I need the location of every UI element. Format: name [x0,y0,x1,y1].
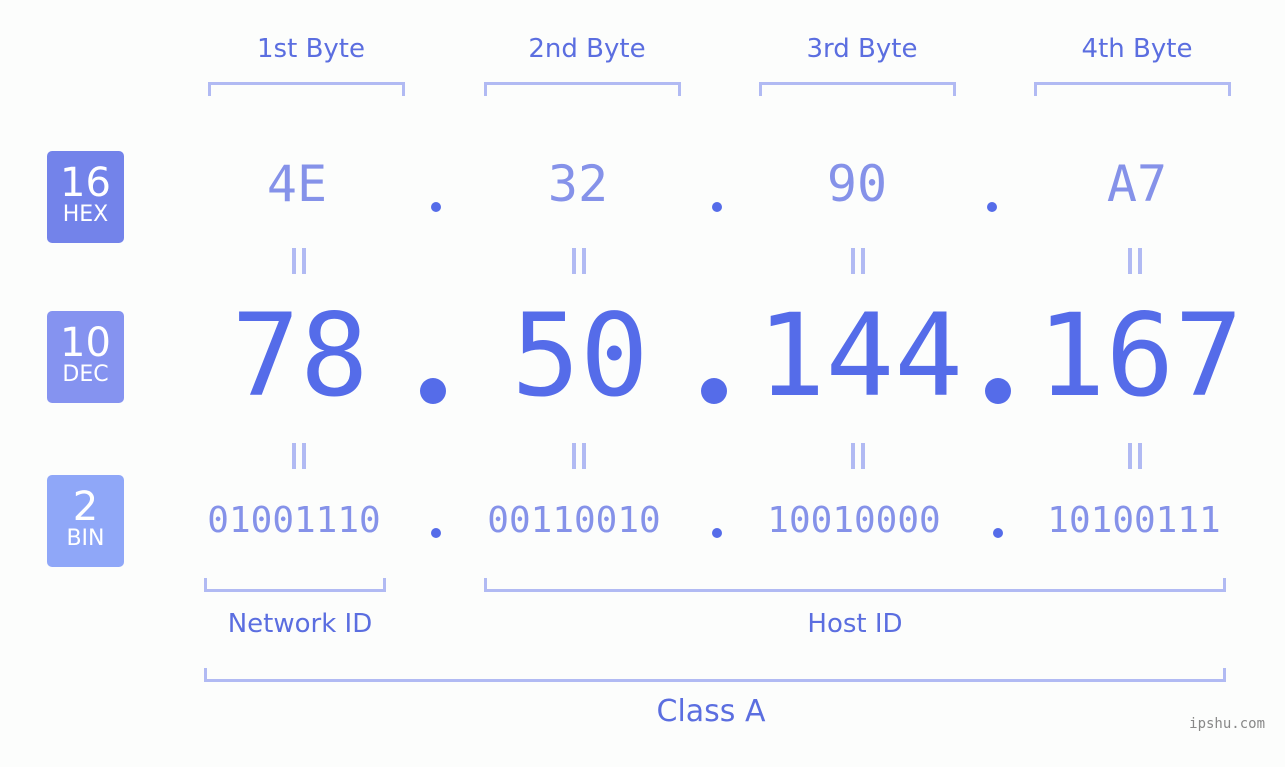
equals-icon [290,443,310,469]
network-id-bracket [204,578,386,592]
dec-label: DEC [62,362,109,387]
dec-value-2: 50 [511,289,649,422]
byte-label-3: 3rd Byte [806,34,918,64]
equals-icon [849,248,869,274]
dec-dot [701,378,727,404]
byte-label-4: 4th Byte [1081,34,1193,64]
dec-value-4: 167 [1037,289,1243,422]
byte-bracket-4 [1034,82,1231,96]
byte-label-1: 1st Byte [257,34,365,64]
bin-dot [712,528,722,538]
network-id-label: Network ID [227,609,373,639]
bin-dot [431,528,441,538]
equals-icon [570,248,590,274]
equals-icon [1126,248,1146,274]
class-bracket [204,668,1226,682]
hex-dot [712,202,722,212]
dec-value-1: 78 [231,289,369,422]
hex-label: HEX [62,202,109,227]
equals-icon [570,443,590,469]
dec-dot [985,378,1011,404]
bin-value-3: 10010000 [767,500,941,541]
bin-label: BIN [66,526,105,551]
hex-value-1: 4E [266,155,328,213]
hex-value-3: 90 [826,155,888,213]
bin-value-1: 01001110 [207,500,381,541]
hex-base: 16 [60,160,111,206]
byte-bracket-1 [208,82,405,96]
byte-bracket-3 [759,82,956,96]
dec-base: 10 [60,320,111,366]
byte-bracket-2 [484,82,681,96]
dec-value-3: 144 [757,289,963,422]
hex-badge: 16 HEX [47,151,124,243]
bin-dot [993,528,1003,538]
bin-base: 2 [72,484,99,530]
host-id-bracket [484,578,1226,592]
class-label: Class A [656,694,766,729]
equals-icon [1126,443,1146,469]
byte-label-2: 2nd Byte [528,34,646,64]
host-id-label: Host ID [807,609,903,639]
hex-dot [987,202,997,212]
dec-dot [420,378,446,404]
bin-badge: 2 BIN [47,475,124,567]
hex-value-2: 32 [547,155,609,213]
equals-icon [290,248,310,274]
hex-dot [431,202,441,212]
hex-value-4: A7 [1106,155,1168,213]
bin-value-2: 00110010 [487,500,661,541]
dec-badge: 10 DEC [47,311,124,403]
watermark: ipshu.com [1189,716,1265,732]
bin-value-4: 10100111 [1047,500,1221,541]
equals-icon [849,443,869,469]
